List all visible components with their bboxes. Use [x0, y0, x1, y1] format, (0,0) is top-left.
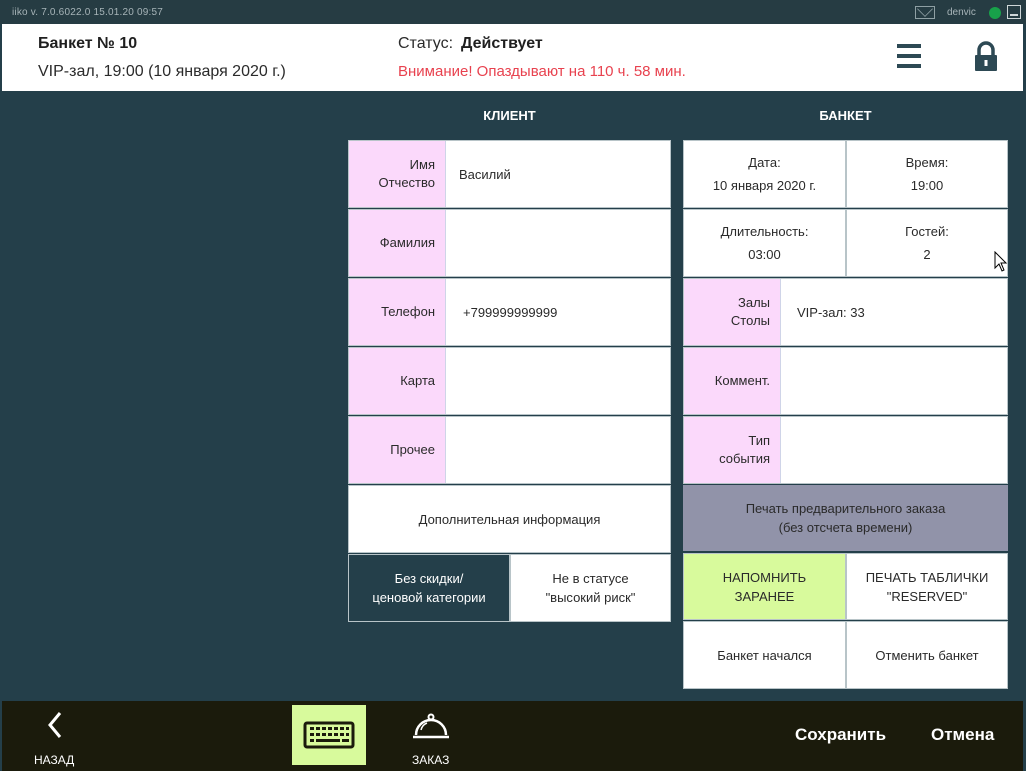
halls-value: VIP-зал: 33 [797, 304, 865, 320]
mouse-cursor-icon [994, 251, 1008, 272]
order-button[interactable]: ЗАКАЗ [406, 709, 456, 767]
client-section-title: КЛИЕНТ [483, 108, 536, 123]
cancel-button[interactable]: Отмена [931, 725, 994, 745]
date-label: Дата: [748, 155, 781, 170]
duration-label: Длительность: [720, 224, 809, 239]
other-label: Прочее [349, 417, 446, 483]
card-label: Карта [349, 348, 446, 414]
cancel-banquet-button[interactable]: Отменить банкет [846, 621, 1008, 689]
bottom-toolbar: НАЗАД ЗАКАЗ Сохранить Отмена [2, 701, 1023, 771]
mail-icon[interactable] [915, 6, 935, 19]
guests-label: Гостей: [905, 224, 949, 239]
user-name: denvic [947, 7, 976, 18]
page-subtitle: VIP-зал, 19:00 (10 января 2020 г.) [38, 63, 286, 80]
lock-button[interactable] [972, 41, 1000, 73]
order-label: ЗАКАЗ [412, 753, 450, 767]
time-field[interactable]: Время: 19:00 [846, 140, 1008, 208]
status-value: Действует [461, 35, 543, 52]
page-title: Банкет № 10 [38, 35, 138, 52]
status-label: Статус: [398, 35, 454, 52]
date-value: 10 января 2020 г. [712, 178, 817, 193]
event-type-label: Тип события [684, 417, 781, 483]
discount-category-button[interactable]: Без скидки/ ценовой категории [348, 554, 510, 622]
additional-info-button[interactable]: Дополнительная информация [348, 485, 671, 553]
remind-button[interactable]: НАПОМНИТЬ ЗАРАНЕЕ [683, 553, 846, 620]
time-value: 19:00 [910, 178, 944, 193]
card-field[interactable]: Карта [348, 347, 671, 415]
phone-value: +799999999999 [463, 304, 558, 320]
first-name-label: Имя Отчество [349, 141, 446, 207]
last-name-field[interactable]: Фамилия [348, 209, 671, 277]
version-text: iiko v. 7.0.6022.0 15.01.20 09:57 [12, 7, 163, 18]
back-button[interactable]: НАЗАД [30, 709, 78, 767]
keyboard-button[interactable] [292, 705, 366, 765]
connection-status-icon [989, 7, 1001, 19]
back-label: НАЗАД [34, 753, 75, 767]
system-bar: iiko v. 7.0.6022.0 15.01.20 09:57 denvic [0, 0, 1026, 24]
cloche-icon [413, 713, 449, 739]
print-reserved-sign-button[interactable]: ПЕЧАТЬ ТАБЛИЧКИ "RESERVED" [846, 553, 1008, 620]
chevron-left-icon [48, 712, 62, 738]
time-label: Время: [905, 155, 949, 170]
late-warning: Внимание! Опаздывают на 110 ч. 58 мин. [398, 63, 686, 80]
banquet-section-title: БАНКЕТ [819, 108, 872, 123]
lock-icon [975, 41, 997, 71]
menu-button[interactable] [895, 43, 925, 69]
phone-label: Телефон [349, 279, 446, 345]
header: Банкет № 10 VIP-зал, 19:00 (10 января 20… [2, 24, 1023, 91]
duration-field[interactable]: Длительность: 03:00 [683, 209, 846, 277]
event-type-field[interactable]: Тип события [683, 416, 1008, 484]
comment-field[interactable]: Коммент. [683, 347, 1008, 415]
comment-label: Коммент. [684, 348, 781, 414]
save-button[interactable]: Сохранить [795, 725, 886, 745]
phone-field[interactable]: Телефон +799999999999 [348, 278, 671, 346]
keyboard-icon [303, 721, 355, 749]
first-name-field[interactable]: Имя Отчество Василий [348, 140, 671, 208]
minimize-icon[interactable] [1007, 5, 1021, 19]
first-name-value: Василий [459, 166, 511, 182]
date-field[interactable]: Дата: 10 января 2020 г. [683, 140, 846, 208]
halls-field[interactable]: Залы Столы VIP-зал: 33 [683, 278, 1008, 346]
guests-value: 2 [923, 247, 931, 262]
guests-field[interactable]: Гостей: 2 [846, 209, 1008, 277]
print-preorder-button[interactable]: Печать предварительного заказа (без отсч… [683, 485, 1008, 551]
banquet-started-button[interactable]: Банкет начался [683, 621, 846, 689]
risk-status-button[interactable]: Не в статусе "высокий риск" [510, 554, 671, 622]
hamburger-icon [897, 44, 921, 48]
duration-value: 03:00 [748, 247, 781, 262]
halls-label: Залы Столы [684, 279, 781, 345]
last-name-label: Фамилия [349, 210, 446, 276]
other-field[interactable]: Прочее [348, 416, 671, 484]
